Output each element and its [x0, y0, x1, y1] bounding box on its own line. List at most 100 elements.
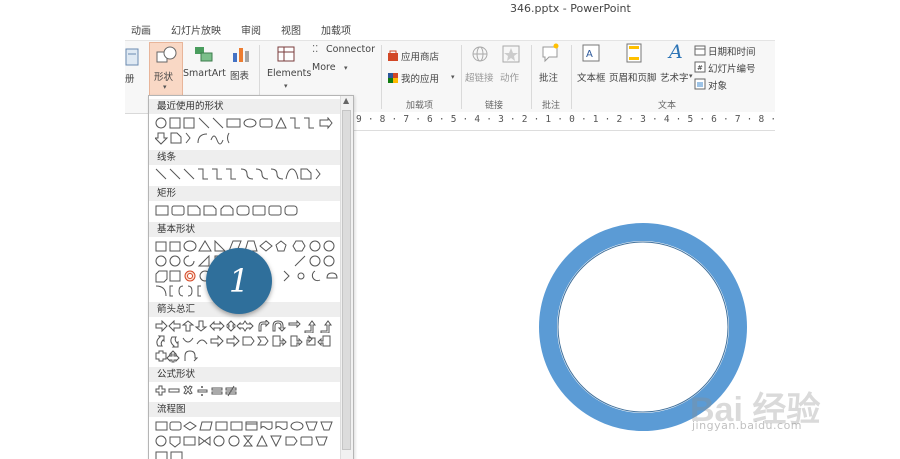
chart-icon — [233, 48, 249, 62]
datetime-icon — [694, 45, 706, 56]
tab-review[interactable]: 审阅 — [241, 22, 261, 37]
hyperlink-button[interactable]: 超链接 — [465, 45, 495, 89]
smartart-button[interactable]: SmartArt — [183, 42, 226, 94]
category-lines: 线条 — [149, 150, 340, 165]
shapes-label: 形状 — [154, 72, 174, 83]
group-separator — [571, 45, 572, 109]
lines-row[interactable] — [155, 168, 340, 181]
textbox-label: 文本框 — [577, 73, 606, 84]
wordart-icon: A — [669, 41, 683, 63]
group-label-links: 链接 — [485, 101, 504, 111]
elements-label: Elements — [267, 68, 312, 79]
textbox-button[interactable]: A 文本框 — [575, 43, 607, 89]
myapps-button[interactable]: 我的应用 ▾ — [387, 71, 459, 86]
comment-button[interactable]: 批注 — [535, 43, 565, 89]
chart-button[interactable]: 图表 — [228, 42, 254, 94]
header-footer-button[interactable]: 页眉和页脚 — [609, 43, 659, 89]
action-label: 动作 — [500, 73, 520, 84]
slide-number-label: 幻灯片编号 — [708, 64, 756, 75]
smartart-icon — [195, 47, 213, 62]
recent-shapes-row[interactable] — [155, 132, 340, 145]
category-flowchart: 流程图 — [149, 402, 340, 417]
recent-shapes-row[interactable] — [155, 117, 340, 130]
arrows-row[interactable] — [155, 320, 340, 333]
object-label: 对象 — [708, 81, 728, 92]
chevron-down-icon: ▾ — [284, 82, 288, 90]
elements-icon — [277, 46, 295, 62]
equation-shapes-row[interactable] — [155, 385, 340, 398]
textbox-icon: A — [582, 44, 600, 62]
chevron-down-icon: ▾ — [451, 73, 455, 81]
datetime-label: 日期和时间 — [708, 47, 756, 58]
window-title: 346.pptx - PowerPoint — [510, 2, 631, 15]
shapes-icon — [156, 46, 177, 63]
group-label-addins: 加载项 — [406, 101, 434, 111]
shapes-button[interactable]: 形状 ▾ — [149, 42, 183, 96]
more-label: More — [312, 62, 336, 73]
action-button[interactable]: 动作 — [498, 45, 524, 89]
tab-animations[interactable]: 动画 — [131, 22, 151, 37]
wordart-label: 艺术字 — [660, 73, 689, 84]
title-bar: 346.pptx - PowerPoint — [125, 0, 775, 20]
myapps-icon — [388, 73, 398, 83]
category-recent: 最近使用的形状 — [149, 99, 340, 114]
store-button[interactable]: 应用商店 — [387, 49, 447, 64]
flowchart-row[interactable] — [155, 420, 340, 433]
smartart-label: SmartArt — [183, 68, 226, 79]
step-number-callout: 1 — [206, 248, 272, 314]
powerpoint-window: 346.pptx - PowerPoint 动画 幻灯片放映 审阅 视图 加载项… — [0, 0, 900, 459]
category-basic-shapes: 基本形状 — [149, 222, 340, 237]
datetime-button[interactable]: 日期和时间 — [694, 44, 764, 58]
myapps-label: 我的应用 — [401, 74, 440, 85]
svg-text:#: # — [697, 64, 703, 72]
group-label-comments: 批注 — [542, 101, 561, 111]
arrows-row[interactable] — [155, 335, 340, 348]
store-icon — [388, 50, 398, 61]
chevron-down-icon: ▾ — [689, 72, 693, 80]
group-separator — [381, 45, 382, 109]
tab-addins[interactable]: 加载项 — [321, 22, 351, 37]
group-separator — [531, 45, 532, 109]
more-button[interactable]: More ▾ — [312, 62, 352, 77]
chart-label: 图表 — [230, 71, 250, 82]
horizontal-ruler: 9 · 8 · 7 · 6 · 5 · 4 · 3 · 2 · 1 · 0 · … — [352, 112, 900, 131]
wordart-button[interactable]: A 艺术字 ▾ — [660, 41, 693, 89]
slide-number-icon: # — [694, 61, 706, 73]
elements-button[interactable]: Elements ▾ — [265, 42, 312, 94]
comment-label: 批注 — [539, 73, 559, 84]
svg-text:A: A — [586, 49, 593, 60]
group-label-text: 文本 — [658, 101, 677, 111]
album-label: 册 — [125, 74, 135, 85]
category-equation-shapes: 公式形状 — [149, 367, 340, 382]
connector-button[interactable]: ⁚⁚ Connector — [312, 44, 378, 59]
group-separator — [461, 45, 462, 109]
header-footer-icon — [626, 43, 642, 63]
album-icon — [125, 48, 139, 66]
flowchart-row[interactable] — [155, 435, 340, 448]
header-footer-label: 页眉和页脚 — [609, 73, 657, 84]
connector-label: Connector — [326, 44, 375, 55]
scroll-up-arrow-icon[interactable]: ▲ — [343, 96, 349, 105]
watermark-url: jingyan.baidu.com — [692, 419, 803, 432]
arrows-row[interactable] — [155, 350, 340, 363]
connector-icon: ⁚⁚ — [312, 44, 319, 55]
scrollbar-thumb[interactable] — [342, 110, 351, 450]
object-button[interactable]: 对象 — [694, 78, 744, 92]
hyperlink-icon — [472, 46, 488, 62]
tab-slideshow[interactable]: 幻灯片放映 — [171, 22, 221, 37]
object-icon — [694, 78, 706, 90]
action-icon — [502, 45, 520, 63]
ribbon-tabs: 动画 幻灯片放映 审阅 视图 加载项 — [125, 20, 775, 40]
hyperlink-label: 超链接 — [465, 73, 494, 84]
slide-number-button[interactable]: # 幻灯片编号 — [694, 61, 764, 75]
chevron-down-icon: ▾ — [344, 64, 348, 72]
flowchart-row[interactable] — [155, 450, 340, 459]
left-margin — [0, 0, 125, 459]
gallery-scrollbar[interactable]: ▲ — [340, 96, 353, 459]
category-rectangles: 矩形 — [149, 186, 340, 201]
comment-icon — [542, 43, 559, 63]
chevron-down-icon: ▾ — [163, 83, 167, 91]
store-label: 应用商店 — [401, 52, 440, 63]
tab-view[interactable]: 视图 — [281, 22, 301, 37]
rectangles-row[interactable] — [155, 204, 340, 217]
